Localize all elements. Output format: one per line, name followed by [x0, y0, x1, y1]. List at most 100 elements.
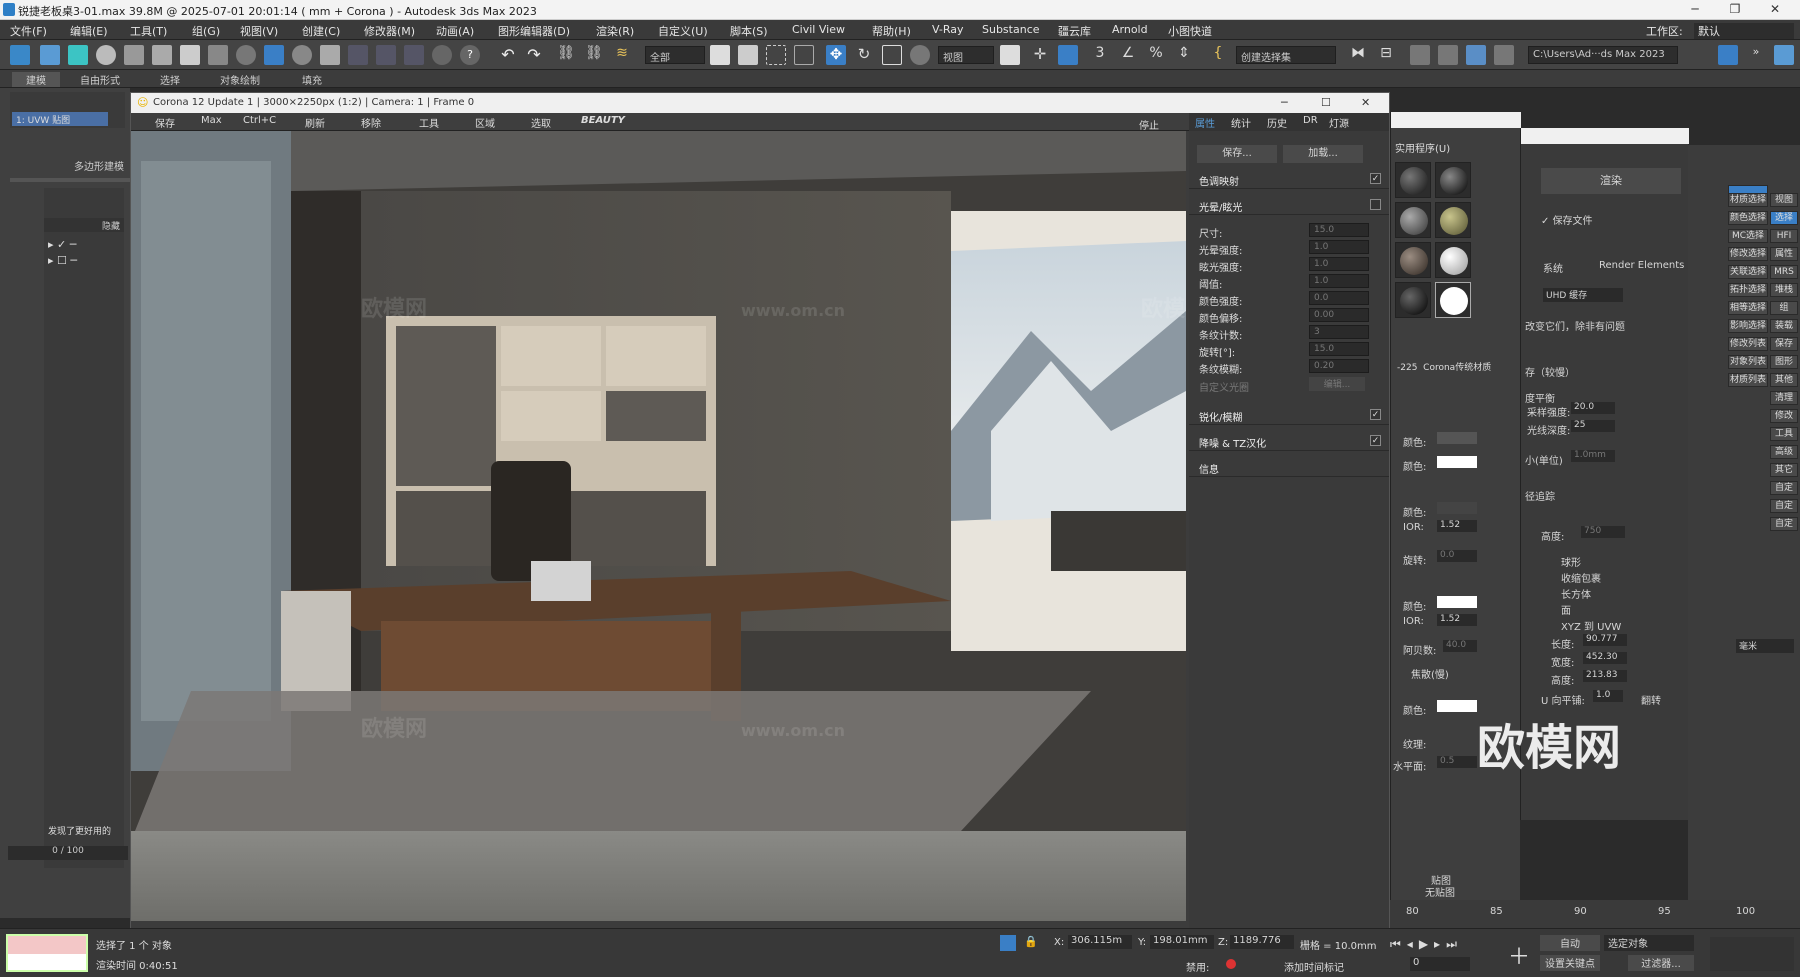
rotation-field[interactable]: 15.0	[1309, 342, 1369, 356]
current-frame-field[interactable]: 0	[1410, 957, 1470, 971]
length-field[interactable]: 90.777	[1583, 634, 1627, 646]
tab-dr[interactable]: DR	[1303, 115, 1318, 126]
quick-button[interactable]: 自定	[1770, 499, 1798, 513]
grid-icon[interactable]	[404, 45, 424, 65]
pivot-icon[interactable]	[1000, 45, 1020, 65]
percent-snap-icon[interactable]: %	[1146, 45, 1166, 65]
bind-space-icon[interactable]: ≋	[612, 45, 632, 65]
workspace-dropdown[interactable]: 默认	[1694, 23, 1794, 39]
move-icon[interactable]: ✥	[826, 45, 846, 65]
mapping-option[interactable]: XYZ 到 UVW	[1561, 618, 1621, 633]
vfb-max-button[interactable]: Max	[201, 115, 222, 126]
menu-help[interactable]: 帮助(H)	[872, 23, 911, 39]
vfb-pick-button[interactable]: 选取	[531, 115, 551, 130]
tonemap-checkbox[interactable]: ✓	[1370, 173, 1381, 184]
quick-button[interactable]: 视图	[1770, 193, 1798, 207]
height2-field[interactable]: 213.83	[1583, 670, 1627, 682]
quick-button[interactable]: 保存	[1770, 337, 1798, 351]
layer-icon[interactable]	[1410, 45, 1430, 65]
quick-button[interactable]: 装载	[1770, 319, 1798, 333]
vfb-stop-button[interactable]: 停止	[1139, 117, 1159, 132]
quick-button[interactable]: 修改列表	[1728, 337, 1768, 351]
menu-rendering[interactable]: 渲染(R)	[596, 23, 634, 39]
unlink-icon[interactable]: ⛓	[584, 45, 604, 65]
color-swatch[interactable]	[1437, 502, 1477, 514]
section-sharpen-blur[interactable]: 锐化/模糊 ✓	[1189, 405, 1389, 425]
menu-create[interactable]: 创建(C)	[302, 23, 340, 39]
streak-blur-field[interactable]: 0.20	[1309, 359, 1369, 373]
tab-history[interactable]: 历史	[1267, 115, 1287, 130]
color-swatch[interactable]	[1437, 596, 1477, 608]
vfb-refresh-button[interactable]: 刷新	[305, 115, 325, 130]
mapping-option[interactable]: 收缩包裹	[1561, 570, 1601, 585]
tab-selection[interactable]: 选择	[160, 72, 180, 87]
link-chain-icon[interactable]: ⛓	[556, 45, 576, 65]
width-field[interactable]: 452.30	[1583, 652, 1627, 664]
bulb-icon[interactable]	[320, 45, 340, 65]
quick-button[interactable]: 图形	[1770, 355, 1798, 369]
quick-button[interactable]: 工具	[1770, 427, 1798, 441]
material-icon[interactable]	[292, 45, 312, 65]
window-crossing-icon[interactable]	[794, 45, 814, 65]
streak-count-field[interactable]: 3	[1309, 325, 1369, 339]
bind-icon[interactable]	[40, 45, 60, 65]
project-path-dropdown[interactable]: C:\Users\Ad···ds Max 2023	[1528, 46, 1678, 64]
color-swatch[interactable]	[1437, 456, 1477, 468]
placement-icon[interactable]	[910, 45, 930, 65]
maxscript-listener[interactable]	[6, 934, 88, 972]
camera-icon[interactable]	[124, 45, 144, 65]
spinner-snap-icon[interactable]: ⇕	[1174, 45, 1194, 65]
unit-field[interactable]: 1.0mm	[1571, 450, 1615, 462]
mapping-option-selected[interactable]: 长方体	[1561, 586, 1591, 601]
save-file-checkbox[interactable]: ✓ 保存文件	[1541, 212, 1593, 227]
quick-button[interactable]: 堆栈	[1770, 283, 1798, 297]
selection-filter-dropdown[interactable]: 全部	[645, 46, 705, 64]
mapping-option[interactable]: 面	[1561, 602, 1571, 617]
y-coord-field[interactable]: 198.01mm	[1150, 935, 1214, 949]
material-slot[interactable]	[1395, 202, 1431, 238]
scale-icon[interactable]	[882, 45, 902, 65]
quick-button[interactable]: 自定	[1770, 481, 1798, 495]
tab-freeform[interactable]: 自由形式	[80, 72, 120, 87]
selected-dropdown[interactable]: 选定对象	[1604, 935, 1694, 951]
tab-modeling[interactable]: 建模	[12, 72, 60, 87]
material-slot[interactable]	[1435, 202, 1471, 238]
isolate-icon[interactable]	[1000, 935, 1016, 951]
quick-button[interactable]: 对象列表	[1728, 355, 1768, 369]
level-field[interactable]: 0.5	[1437, 756, 1477, 768]
sun-icon[interactable]	[96, 45, 116, 65]
color-shift-field[interactable]: 0.00	[1309, 308, 1369, 322]
angle-snap-icon[interactable]: ∠	[1118, 45, 1138, 65]
quick-button[interactable]: MC选择	[1728, 229, 1768, 243]
quick-button[interactable]: 选择	[1770, 211, 1798, 225]
menu-arnold[interactable]: Arnold	[1112, 23, 1148, 36]
frame-icon[interactable]	[348, 45, 368, 65]
menu-library[interactable]: 疆云库	[1058, 23, 1091, 39]
redo-icon[interactable]: ↷	[524, 45, 544, 65]
vfb-mode-dropdown[interactable]: UHD 缓存	[1543, 288, 1623, 302]
material-slot[interactable]	[1395, 242, 1431, 278]
section-info[interactable]: 信息	[1189, 457, 1389, 477]
flip-checkbox[interactable]: 翻转	[1641, 692, 1661, 707]
caustics-checkbox[interactable]: 焦散(慢)	[1411, 666, 1449, 681]
menu-plugin[interactable]: 小图快道	[1168, 23, 1212, 39]
rotate-icon[interactable]: ↻	[854, 45, 874, 65]
set-key-button[interactable]: 设置关键点	[1540, 955, 1600, 971]
material-type-button[interactable]: Corona传统材质	[1423, 363, 1491, 373]
vfb-save-button[interactable]: 保存	[155, 115, 175, 130]
render-element-dropdown[interactable]: BEAUTY	[581, 115, 721, 126]
frame2-icon[interactable]	[376, 45, 396, 65]
align-icon[interactable]: ⊟	[1376, 45, 1396, 65]
reference-coord-dropdown[interactable]: 视图	[938, 46, 994, 64]
add-key-icon[interactable]: ＋	[1508, 939, 1530, 971]
vfb-minimize-button[interactable]: ─	[1281, 96, 1288, 109]
tab-render-elements[interactable]: Render Elements	[1599, 260, 1684, 271]
add-time-tag[interactable]: 添加时间标记	[1284, 959, 1344, 974]
vfb-region-button[interactable]: 区域	[475, 115, 495, 130]
unit-dropdown[interactable]: 毫米	[1736, 639, 1794, 653]
color-swatch[interactable]	[1437, 700, 1477, 712]
rotate-view-icon[interactable]	[236, 45, 256, 65]
viewport-layout-icon[interactable]	[1718, 45, 1738, 65]
key-filters-button[interactable]: 过滤器...	[1628, 955, 1694, 971]
vfb-save-settings-button[interactable]: 保存...	[1197, 145, 1277, 163]
